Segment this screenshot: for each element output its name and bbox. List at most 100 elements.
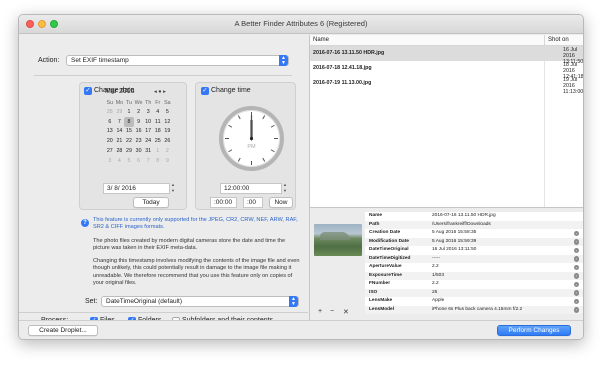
arrow-right-icon[interactable]: › (573, 256, 579, 262)
metadata-row: ApertureValue 2.2 › (365, 263, 583, 272)
create-droplet-button[interactable]: Create Droplet... (28, 325, 98, 336)
calendar-day[interactable]: 20 (105, 136, 115, 146)
calendar-day[interactable]: 5 (163, 107, 173, 117)
calendar-day[interactable]: 14 (115, 127, 125, 137)
clear-files-button[interactable]: ✕ (343, 308, 349, 316)
remove-file-button[interactable]: − (330, 308, 334, 315)
file-name: 2016-07-19 11.13.00.jpg (313, 80, 372, 86)
calendar-day[interactable]: 8 (124, 116, 134, 127)
calendar-day[interactable]: 19 (163, 127, 173, 137)
calendar-day[interactable]: 2 (163, 146, 173, 156)
metadata-row: Path/Users/frankreiff/Downloads (365, 220, 583, 229)
time-field[interactable]: 12:00:00 (220, 183, 282, 194)
calendar-day[interactable]: 21 (115, 136, 125, 146)
column-header-shot-on[interactable]: Shot on (544, 35, 583, 46)
calendar-day[interactable]: 22 (124, 136, 134, 146)
calendar-day[interactable]: 30 (134, 146, 144, 156)
file-row[interactable]: 2016-07-18 12.41.18.jpg 18 Jul 2016 12:41:… (310, 61, 583, 80)
today-button[interactable]: Today (133, 197, 169, 208)
calendar-day[interactable]: 1 (153, 146, 163, 156)
calendar-day[interactable]: 6 (134, 156, 144, 166)
popup-arrows-icon: ▲ ▼ (279, 55, 288, 66)
calendar-nav[interactable]: ◂ ● ▸ (154, 89, 166, 95)
arrow-right-icon[interactable]: › (573, 298, 579, 304)
exif-info-text: The photo files created by modern digita… (93, 238, 286, 252)
calendar-day[interactable]: 31 (143, 146, 153, 156)
calendar-day[interactable]: 4 (115, 156, 125, 166)
arrow-right-icon[interactable]: › (573, 281, 579, 287)
calendar-day[interactable]: 12 (163, 117, 173, 127)
calendar-day[interactable]: 7 (115, 117, 125, 127)
set-value: DateTimeOriginal (default) (106, 298, 182, 305)
arrow-right-icon[interactable]: › (573, 239, 579, 245)
calendar-day[interactable]: 18 (153, 127, 163, 137)
calendar-day[interactable]: 15 (124, 127, 134, 137)
arrow-right-icon[interactable]: › (573, 247, 579, 253)
calendar-day[interactable]: 8 (153, 156, 163, 166)
date-stepper-icon[interactable]: ▲ ▼ (171, 182, 176, 194)
metadata-row: Creation Date 5 Aug 2016 15:58:35 › (365, 229, 583, 238)
metadata-row: Name 2016-07-16 13.11.50 HDR.jpg (365, 212, 583, 221)
calendar-day[interactable]: 11 (153, 117, 163, 127)
metadata-value: 1/503 (432, 272, 445, 278)
calendar-day[interactable]: 17 (143, 127, 153, 137)
calendar-week: 20 21 22 23 24 25 26 (105, 136, 172, 146)
calendar-day[interactable]: 28 (115, 146, 125, 156)
file-table[interactable]: Name Shot on 2016-07-16 13.11.50 HDR.jpg… (310, 35, 583, 207)
action-popup[interactable]: Set EXIF timestamp ▲ ▼ (66, 55, 289, 66)
calendar-day[interactable]: 6 (105, 117, 115, 127)
calendar-day[interactable]: 3 (143, 107, 153, 117)
calendar-grid[interactable]: Su Mo Tu We Th Fr Sa 28 29 1 2 3 4 5 6 7 8 9 10 11 12 13 14 15 1… (105, 99, 172, 166)
column-header-name[interactable]: Name (310, 35, 544, 46)
calendar-day[interactable]: 10 (143, 117, 153, 127)
calendar-day[interactable]: 24 (143, 136, 153, 146)
file-row[interactable]: 2016-07-16 13.11.50 HDR.jpg 16 Jul 2016 13… (310, 46, 583, 65)
set-popup[interactable]: DateTimeOriginal (default) ▲ ▼ (101, 296, 299, 307)
arrow-right-icon[interactable]: › (573, 264, 579, 270)
file-panel: Name Shot on 2016-07-16 13.11.50 HDR.jpg… (309, 35, 583, 320)
arrow-right-icon[interactable]: › (573, 273, 579, 279)
calendar-day[interactable]: 26 (163, 136, 173, 146)
weekday-label: Sa (164, 100, 171, 106)
metadata-key: Name (369, 213, 383, 218)
change-time-label: Change time (211, 87, 251, 94)
metadata-key: ApertureValue (369, 264, 402, 269)
offset-minutes-field[interactable]: :00 (243, 197, 263, 208)
clock-face-icon (225, 112, 278, 165)
calendar-day[interactable]: 2 (134, 107, 144, 117)
metadata-value: 5 Aug 2016 15:58:35 (432, 230, 477, 235)
change-date-checkbox[interactable]: ✓ (84, 87, 92, 95)
calendar-day[interactable]: 25 (153, 136, 163, 146)
calendar-day[interactable]: 29 (124, 146, 134, 156)
calendar-day[interactable]: 13 (105, 127, 115, 137)
offset-hours-field[interactable]: :00:00 (210, 197, 237, 208)
calendar-day[interactable]: 7 (143, 156, 153, 166)
calendar-day[interactable]: 1 (124, 107, 134, 117)
calendar-day[interactable]: 28 (105, 107, 115, 117)
calendar-day[interactable]: 27 (105, 146, 115, 156)
calendar-day[interactable]: 29 (115, 107, 125, 117)
add-file-button[interactable]: + (318, 308, 322, 315)
arrow-right-icon[interactable]: › (573, 307, 579, 313)
time-stepper-icon[interactable]: ▲ ▼ (283, 182, 288, 194)
calendar-week: 3456789 (105, 156, 172, 166)
date-field[interactable]: 3/ 8/ 2016 (103, 183, 170, 194)
change-time-checkbox[interactable]: ✓ (201, 87, 209, 95)
calendar-day[interactable]: 5 (124, 156, 134, 166)
calendar-day[interactable]: 16 (134, 127, 144, 137)
metadata-row: LensModel iPhone 6s Plus back camera 4.15… (365, 305, 583, 314)
arrow-right-icon[interactable]: › (573, 290, 579, 296)
calendar-day[interactable]: 3 (105, 156, 115, 166)
metadata-value: 25 (432, 289, 438, 295)
calendar-day[interactable]: 9 (163, 156, 173, 166)
file-row[interactable]: 2016-07-19 11.13.00.jpg 19 Jul 2016 11:13:… (310, 76, 583, 95)
calendar[interactable]: Su Mo Tu We Th Fr Sa 28 29 1 2 3 4 5 6 7 8 9 10 11 12 13 14 15 1… (105, 99, 175, 166)
perform-changes-button[interactable]: Perform Changes (497, 325, 571, 336)
set-label: Set: (85, 298, 98, 305)
calendar-day[interactable]: 4 (153, 107, 163, 117)
calendar-day[interactable]: 23 (134, 136, 144, 146)
arrow-right-icon[interactable]: › (573, 230, 579, 236)
now-button[interactable]: Now (269, 197, 293, 208)
analog-clock[interactable]: PM (219, 106, 284, 171)
calendar-day[interactable]: 9 (134, 117, 144, 127)
